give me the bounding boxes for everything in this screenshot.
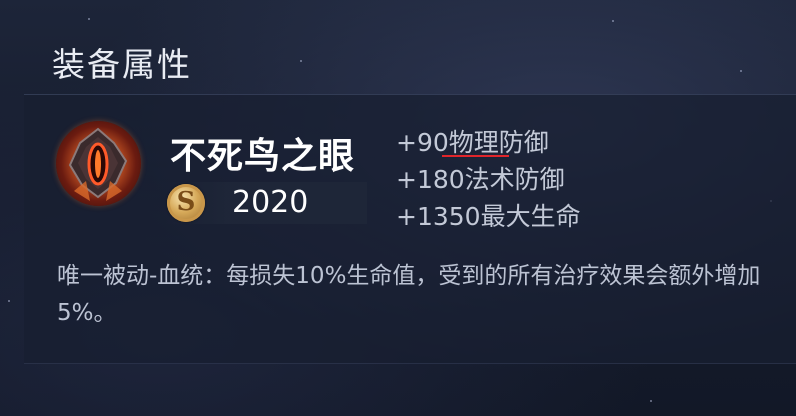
background-star xyxy=(612,20,614,22)
background-star xyxy=(88,18,90,20)
item-name: 不死鸟之眼 xyxy=(170,136,356,177)
item-stats-list: +90物理防御 +180法术防御 +1350最大生命 xyxy=(396,124,581,235)
background-star xyxy=(300,60,302,62)
section-title: 装备属性 xyxy=(52,45,192,84)
background-star xyxy=(740,70,742,72)
stat-highlight-underline xyxy=(442,155,509,157)
stat-max-health: +1350最大生命 xyxy=(396,202,581,231)
background-star xyxy=(8,300,10,302)
item-description: 唯一被动-血统：每损失10%生命值，受到的所有治疗效果会额外增加5%。 xyxy=(57,263,761,326)
coin-letter: S xyxy=(176,187,196,217)
gold-coin-icon: S xyxy=(167,184,205,222)
stat-magic-defense: +180法术防御 xyxy=(396,165,565,194)
background-star xyxy=(650,400,652,402)
item-price: 2020 xyxy=(232,185,309,220)
phoenix-eye-icon xyxy=(56,121,141,206)
